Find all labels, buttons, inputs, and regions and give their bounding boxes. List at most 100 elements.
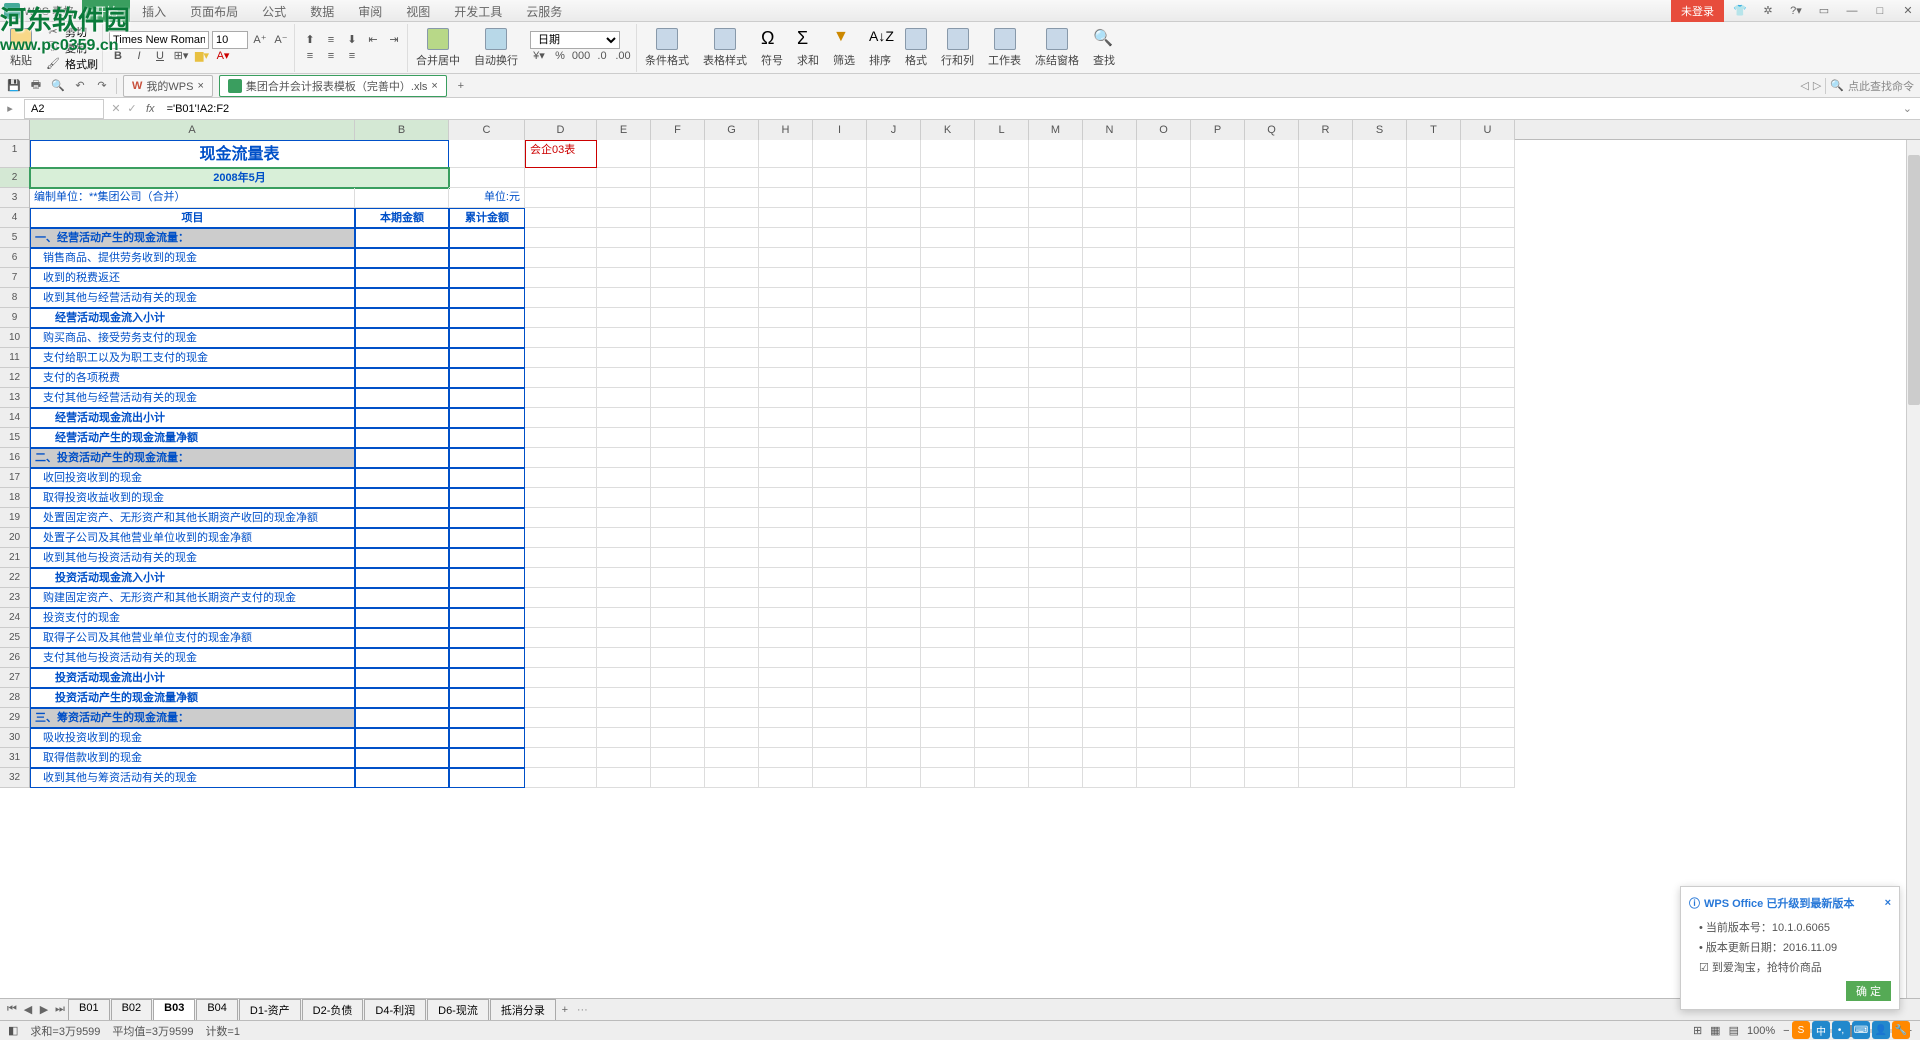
border-icon[interactable]: ⊞▾	[172, 48, 190, 64]
line-item[interactable]: 收到其他与投资活动有关的现金	[30, 548, 355, 568]
row-header[interactable]: 28	[0, 688, 29, 708]
line-item[interactable]: 收到其他与筹资活动有关的现金	[30, 768, 355, 788]
col-header[interactable]: I	[813, 120, 867, 140]
number-format-select[interactable]: 日期	[530, 31, 620, 49]
row-header[interactable]: 24	[0, 608, 29, 628]
row-header[interactable]: 26	[0, 648, 29, 668]
menu-云服务[interactable]: 云服务	[514, 0, 574, 22]
auto-wrap-button[interactable]: 自动换行	[468, 25, 524, 71]
col-cumulative[interactable]: 累计金额	[449, 208, 525, 228]
cancel-icon[interactable]: ✕	[108, 101, 124, 117]
col-header[interactable]: F	[651, 120, 705, 140]
decrease-decimal-icon[interactable]: .00	[614, 48, 632, 64]
currency-icon[interactable]: ¥▾	[530, 48, 548, 64]
print-icon[interactable]: 🖶	[28, 78, 44, 94]
line-item[interactable]: 支付给职工以及为职工支付的现金	[30, 348, 355, 368]
menu-插入[interactable]: 插入	[130, 0, 178, 22]
font-name-select[interactable]	[109, 31, 209, 49]
increase-decimal-icon[interactable]: .0	[593, 48, 611, 64]
close-tab-icon[interactable]: ×	[197, 80, 203, 92]
close-icon[interactable]: ✕	[1896, 1, 1920, 21]
sheet-tab-B02[interactable]: B02	[111, 999, 153, 1021]
ime-tool-icon[interactable]: 🔧	[1892, 1021, 1910, 1039]
menu-开发工具[interactable]: 开发工具	[442, 0, 514, 22]
unit-label[interactable]: 单位:元	[449, 188, 525, 208]
symbol-button[interactable]: Ω符号	[755, 25, 789, 71]
view-pagebreak-icon[interactable]: ▤	[1729, 1024, 1739, 1037]
line-item[interactable]: 支付其他与投资活动有关的现金	[30, 648, 355, 668]
merge-center-button[interactable]: 合并居中	[410, 25, 466, 71]
row-header[interactable]: 22	[0, 568, 29, 588]
line-item[interactable]: 投资活动现金流出小计	[30, 668, 355, 688]
save-icon[interactable]: 💾	[6, 78, 22, 94]
find-button[interactable]: 🔍查找	[1087, 25, 1121, 71]
sheet-tab-B04[interactable]: B04	[196, 999, 238, 1021]
menu-页面布局[interactable]: 页面布局	[178, 0, 250, 22]
font-color-icon[interactable]: A▾	[214, 48, 232, 64]
fill-color-icon[interactable]: ▆▾	[193, 48, 211, 64]
paste-button[interactable]: 粘贴	[4, 25, 38, 71]
row-header[interactable]: 10	[0, 328, 29, 348]
rowcol-button[interactable]: 行和列	[935, 25, 980, 71]
sheet-tab-D6-现流[interactable]: D6-现流	[427, 999, 489, 1021]
sheet-tab-D4-利润[interactable]: D4-利润	[364, 999, 426, 1021]
line-item[interactable]: 收到的税费返还	[30, 268, 355, 288]
line-item[interactable]: 一、经营活动产生的现金流量：	[30, 228, 355, 248]
sum-button[interactable]: Σ求和	[791, 25, 825, 71]
ime-keyboard-icon[interactable]: ⌨	[1852, 1021, 1870, 1039]
col-header[interactable]: Q	[1245, 120, 1299, 140]
col-header[interactable]: J	[867, 120, 921, 140]
line-item[interactable]: 经营活动现金流入小计	[30, 308, 355, 328]
line-item[interactable]: 取得子公司及其他营业单位支付的现金净额	[30, 628, 355, 648]
ime-sogou-icon[interactable]: S	[1792, 1021, 1810, 1039]
row-header[interactable]: 14	[0, 408, 29, 428]
prev-sheet-icon[interactable]: ◀	[20, 1002, 36, 1018]
line-item[interactable]: 取得借款收到的现金	[30, 748, 355, 768]
skin-icon[interactable]: 👕	[1728, 1, 1752, 21]
row-header[interactable]: 12	[0, 368, 29, 388]
percent-icon[interactable]: %	[551, 48, 569, 64]
line-item[interactable]: 经营活动现金流出小计	[30, 408, 355, 428]
row-header[interactable]: 4	[0, 208, 29, 228]
increase-font-icon[interactable]: A⁺	[251, 32, 269, 48]
line-item[interactable]: 经营活动产生的现金流量净额	[30, 428, 355, 448]
row-header[interactable]: 2	[0, 168, 29, 188]
row-header[interactable]: 27	[0, 668, 29, 688]
col-header[interactable]: P	[1191, 120, 1245, 140]
align-center-icon[interactable]: ≡	[322, 48, 340, 64]
prep-by[interactable]: 编制单位：**集团公司（合并）	[30, 188, 355, 208]
row-header[interactable]: 32	[0, 768, 29, 788]
expand-formula-icon[interactable]: ⌄	[1903, 102, 1912, 115]
row-header[interactable]: 19	[0, 508, 29, 528]
align-left-icon[interactable]: ≡	[301, 48, 319, 64]
line-item[interactable]: 投资活动现金流入小计	[30, 568, 355, 588]
fx-icon[interactable]: fx	[140, 103, 161, 115]
col-header[interactable]: T	[1407, 120, 1461, 140]
formula-input[interactable]	[161, 99, 1895, 119]
line-item[interactable]: 支付的各项税费	[30, 368, 355, 388]
col-header[interactable]: O	[1137, 120, 1191, 140]
row-header[interactable]: 17	[0, 468, 29, 488]
align-middle-icon[interactable]: ≡	[322, 32, 340, 48]
line-item[interactable]: 支付其他与经营活动有关的现金	[30, 388, 355, 408]
cut-icon[interactable]: ✂	[44, 24, 62, 40]
stats-indicator-icon[interactable]: ◧	[8, 1024, 18, 1037]
name-box[interactable]: A2	[24, 99, 104, 119]
align-bottom-icon[interactable]: ⬇	[343, 32, 361, 48]
close-tab-icon[interactable]: ×	[431, 80, 437, 92]
align-top-icon[interactable]: ⬆	[301, 32, 319, 48]
sheet-tab-B03[interactable]: B03	[153, 999, 195, 1021]
menu-审阅[interactable]: 审阅	[346, 0, 394, 22]
row-header[interactable]: 15	[0, 428, 29, 448]
decrease-font-icon[interactable]: A⁻	[272, 32, 290, 48]
ime-punct-icon[interactable]: •,	[1832, 1021, 1850, 1039]
col-header[interactable]: R	[1299, 120, 1353, 140]
bold-icon[interactable]: B	[109, 48, 127, 64]
redo-icon[interactable]: ↷	[94, 78, 110, 94]
first-sheet-icon[interactable]: ⏮	[4, 1002, 20, 1018]
col-header[interactable]: E	[597, 120, 651, 140]
tab-document[interactable]: 集团合并会计报表模板（完善中）.xls ×	[219, 75, 447, 97]
align-right-icon[interactable]: ≡	[343, 48, 361, 64]
col-header[interactable]: L	[975, 120, 1029, 140]
sheet-tab-B01[interactable]: B01	[68, 999, 110, 1021]
